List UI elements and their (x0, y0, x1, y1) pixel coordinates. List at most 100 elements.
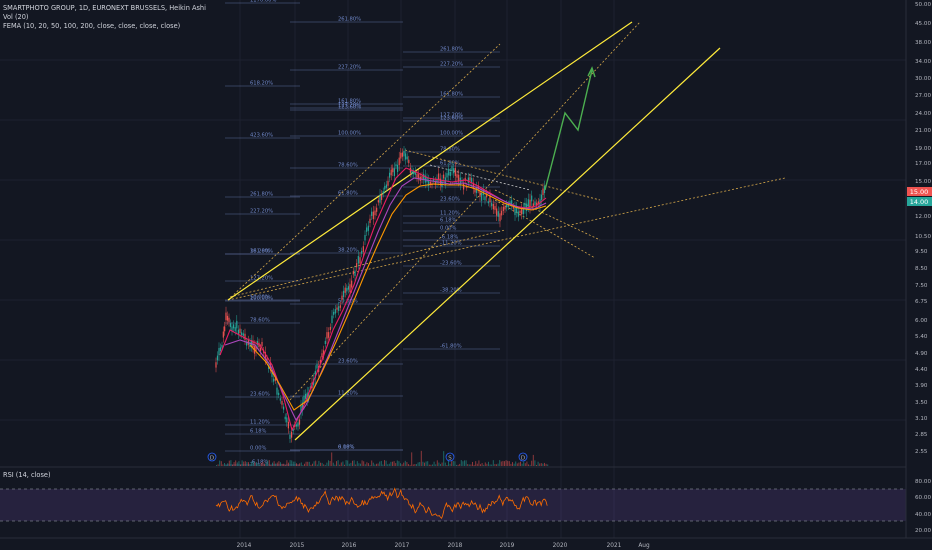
volume-bar (496, 464, 497, 466)
volume-bar (292, 461, 294, 466)
candle-body (448, 168, 450, 176)
price-tick-label: 45.00 (915, 21, 931, 27)
time-tick-label: 2014 (237, 543, 252, 549)
volume-bar (344, 464, 345, 466)
candle-body (341, 295, 343, 300)
volume-bar (320, 462, 321, 466)
volume-bar (428, 464, 430, 466)
volume-bar (316, 464, 318, 466)
event-marker-label: S (448, 456, 452, 462)
volume-bar (448, 461, 449, 466)
candle-body (356, 263, 358, 268)
fib-level-label: 423.60% (250, 133, 273, 139)
candle-body (334, 309, 336, 314)
candle-body (423, 173, 425, 180)
fibonacci-levels: 1176.00% 618.20% 423.60% 261.80% 227.20% 161.… (225, 0, 500, 466)
fib-level-label: 100.00% (440, 131, 463, 137)
candle-body (218, 347, 220, 356)
volume-bar (376, 463, 377, 466)
channel-upper-line[interactable] (227, 21, 633, 301)
candle-body (329, 326, 331, 331)
rsi-axis-labels: 80.00 60.00 40.00 20.00 (915, 479, 931, 534)
fib-level-label: 23.60% (338, 359, 358, 365)
rsi-legend[interactable]: RSI (14, close) (3, 471, 51, 480)
volume-bar (360, 463, 361, 466)
candle-body (361, 250, 363, 254)
candle-body (519, 210, 521, 214)
volume-bar (276, 462, 278, 466)
volume-bar (342, 461, 344, 466)
volume-bar (504, 461, 505, 466)
price-tick-label: 4.90 (915, 351, 928, 357)
volume-bar (520, 461, 521, 466)
candle-body (229, 323, 232, 327)
volume-bar (544, 462, 545, 466)
volume-bar (534, 460, 536, 466)
candle-body (387, 180, 389, 186)
candle-body (298, 419, 301, 425)
volume-bar (380, 460, 382, 466)
volume-bar (480, 464, 481, 466)
candle-body (216, 355, 219, 361)
candle-body (221, 345, 223, 348)
candle-body (328, 332, 330, 338)
candle-body (279, 398, 281, 401)
candle-body (487, 201, 489, 204)
time-tick-label: 2017 (395, 543, 410, 549)
volume-bar (468, 464, 470, 466)
volume-bar (452, 460, 454, 466)
volume-bar (337, 460, 339, 466)
symbol-legend[interactable]: SMARTPHOTO GROUP, 1D, EURONEXT BRUSSELS,… (3, 4, 206, 13)
volume-legend[interactable]: Vol (20) (3, 13, 29, 22)
volume-bar (481, 463, 483, 466)
volume-bar (324, 464, 326, 466)
candle-body (364, 235, 366, 241)
fib-level-label: 6.18% (250, 429, 267, 435)
volume-bar (531, 460, 533, 466)
time-axis[interactable]: 2014 2015 2016 2017 2018 2019 2020 2021 Aug (0, 537, 932, 549)
projection-path[interactable] (544, 66, 596, 191)
chart-canvas[interactable]: 1176.00% 618.20% 423.60% 261.80% 227.20% 161.… (0, 0, 932, 550)
volume-bar (236, 462, 238, 466)
volume-bar (475, 461, 477, 466)
volume-bar (347, 460, 349, 466)
volume-bar (230, 460, 232, 466)
volume-bar (456, 464, 457, 466)
volume-bar (233, 462, 235, 466)
volume-bar (507, 460, 509, 466)
volume-bar (392, 461, 393, 466)
volume-bar (228, 460, 230, 466)
volume-bar (244, 461, 246, 466)
candle-body (416, 173, 418, 178)
volume-bar (398, 461, 400, 466)
candle-body (377, 200, 379, 203)
fib-level-label: 123.60% (338, 105, 361, 111)
candle-body (284, 416, 286, 420)
candle-body (321, 353, 323, 358)
candle-body (497, 211, 499, 217)
volume-bar (427, 461, 429, 466)
candle-body (326, 332, 328, 339)
price-axis[interactable]: 50.00 45.00 38.00 34.00 30.00 27.00 24.00 21.00… (905, 0, 932, 538)
volume-bar (256, 462, 257, 466)
price-tick-label: 30.00 (915, 76, 931, 82)
volume-bar (371, 460, 373, 466)
volume-bar (273, 461, 275, 466)
volume-bar (532, 454, 534, 466)
candle-body (527, 199, 529, 207)
volume-bar (416, 464, 417, 466)
candle-body (381, 194, 383, 200)
rsi-tick-label: 60.00 (915, 495, 931, 501)
volume-bar (265, 462, 267, 466)
candle-body (324, 340, 326, 344)
volume-bar (390, 461, 392, 466)
volume-bar (467, 464, 469, 466)
candle-body (236, 320, 238, 329)
time-axis-labels: 2014 2015 2016 2017 2018 2019 2020 2021 Aug (237, 543, 650, 549)
last-price-label: 15.00 (910, 188, 929, 196)
price-tick-label: 10.50 (915, 234, 931, 240)
rsi-band (0, 489, 906, 521)
volume-bar (478, 460, 480, 466)
candle-body (286, 417, 288, 423)
fema-legend[interactable]: FEMA (10, 20, 50, 100, 200, close, close… (3, 22, 180, 31)
